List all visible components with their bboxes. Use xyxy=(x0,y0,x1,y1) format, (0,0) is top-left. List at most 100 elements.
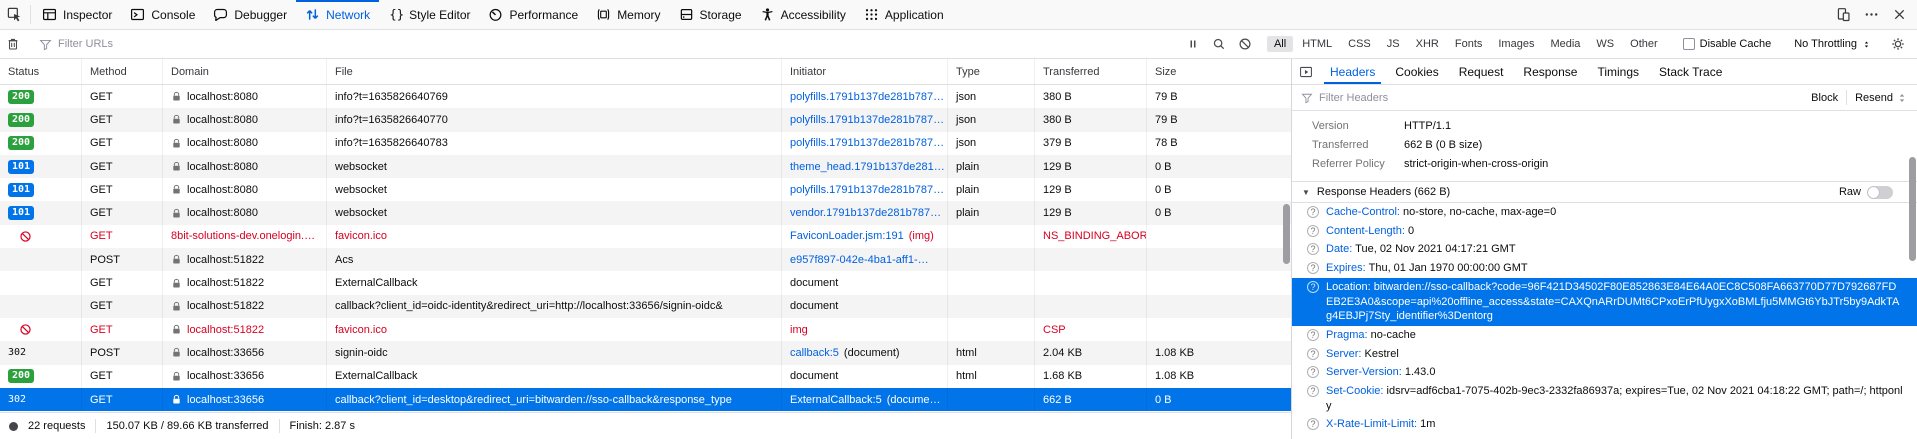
response-header-row[interactable]: ?Set-Cookie: idsrv=adf6cba1-7075-402b-9e… xyxy=(1292,382,1917,415)
details-tab-timings[interactable]: Timings xyxy=(1587,59,1649,84)
type-filter-media[interactable]: Media xyxy=(1543,36,1587,52)
column-header-initiator[interactable]: Initiator xyxy=(782,59,948,84)
meatball-menu-button[interactable] xyxy=(1857,7,1885,22)
pick-element-button[interactable] xyxy=(0,0,28,29)
details-tab-stack-trace[interactable]: Stack Trace xyxy=(1649,59,1732,84)
initiator-link[interactable]: polyfills.1791b137de281b787… xyxy=(790,137,944,149)
domain-cell: localhost:8080 xyxy=(163,132,327,155)
table-row[interactable]: 200GETlocalhost:33656ExternalCallbackdoc… xyxy=(0,365,1291,388)
response-header-row[interactable]: ?Server: Kestrel xyxy=(1292,345,1917,364)
column-header-transferred[interactable]: Transferred xyxy=(1035,59,1147,84)
column-header-type[interactable]: Type xyxy=(948,59,1035,84)
table-row[interactable]: GET8bit-solutions-dev.onelogin.…favicon.… xyxy=(0,225,1291,248)
block-requests-button[interactable] xyxy=(1232,30,1258,58)
close-devtools-button[interactable] xyxy=(1885,7,1913,22)
table-row[interactable]: 200GETlocalhost:8080info?t=1635826640770… xyxy=(0,108,1291,131)
table-row[interactable]: GETlocalhost:51822ExternalCallbackdocume… xyxy=(0,271,1291,294)
table-row[interactable]: GETlocalhost:51822callback?client_id=oid… xyxy=(0,295,1291,318)
type-filter-xhr[interactable]: XHR xyxy=(1409,36,1446,52)
type-filter-images[interactable]: Images xyxy=(1491,36,1541,52)
disable-cache-control[interactable]: Disable Cache xyxy=(1674,38,1781,50)
column-header-file[interactable]: File xyxy=(327,59,782,84)
responsive-design-button[interactable] xyxy=(1829,7,1857,22)
initiator-link[interactable]: vendor.1791b137de281b787… xyxy=(790,207,941,219)
type-filter-fonts[interactable]: Fonts xyxy=(1448,36,1490,52)
response-header-row[interactable]: ?Date: Tue, 02 Nov 2021 04:17:21 GMT xyxy=(1292,240,1917,259)
column-header-domain[interactable]: Domain xyxy=(163,59,327,84)
response-header-row[interactable]: ?Content-Length: 0 xyxy=(1292,222,1917,241)
filter-urls-input[interactable] xyxy=(58,38,1180,50)
search-button[interactable] xyxy=(1206,30,1232,58)
response-header-row[interactable]: ?Pragma: no-cache xyxy=(1292,326,1917,345)
column-header-status[interactable]: Status xyxy=(0,59,82,84)
header-help-icon[interactable]: ? xyxy=(1307,206,1319,218)
type-filter-css[interactable]: CSS xyxy=(1341,36,1378,52)
devtools-tab-accessibility[interactable]: Accessibility xyxy=(751,0,855,29)
devtools-tab-network[interactable]: Network xyxy=(296,0,379,29)
filter-headers-input[interactable] xyxy=(1319,92,1805,104)
initiator-link[interactable]: polyfills.1791b137de281b787… xyxy=(790,184,944,196)
table-row[interactable]: 200GETlocalhost:8080info?t=1635826640783… xyxy=(0,132,1291,155)
response-header-row[interactable]: ?Location: bitwarden://sso-callback?code… xyxy=(1292,278,1917,326)
initiator-link[interactable]: theme_head.1791b137de281… xyxy=(790,161,945,173)
details-tab-headers[interactable]: Headers xyxy=(1320,59,1385,84)
type-filter-other[interactable]: Other xyxy=(1623,36,1665,52)
details-scrollbar[interactable] xyxy=(1909,157,1916,261)
initiator-link[interactable]: polyfills.1791b137de281b787… xyxy=(790,114,944,126)
block-url-button[interactable]: Block xyxy=(1811,92,1838,104)
type-filter-js[interactable]: JS xyxy=(1380,36,1407,52)
table-row[interactable]: POSTlocalhost:51822Acse957f897-042e-4ba1… xyxy=(0,248,1291,271)
header-help-icon[interactable]: ? xyxy=(1307,385,1319,397)
response-header-row[interactable]: ?Expires: Thu, 01 Jan 1970 00:00:00 GMT xyxy=(1292,259,1917,278)
resend-button[interactable]: Resend xyxy=(1855,92,1908,104)
split-pane-toggle-button[interactable] xyxy=(1292,59,1320,84)
response-header-row[interactable]: ?X-Rate-Limit-Limit: 1m xyxy=(1292,415,1917,434)
devtools-tab-memory[interactable]: Memory xyxy=(587,0,669,29)
response-header-row[interactable]: ?Server-Version: 1.43.0 xyxy=(1292,363,1917,382)
devtools-tab-storage[interactable]: Storage xyxy=(670,0,751,29)
pause-log-button[interactable] xyxy=(1180,30,1206,58)
table-row[interactable]: 101GETlocalhost:8080websockettheme_head.… xyxy=(0,155,1291,178)
throttling-dropdown[interactable]: No Throttling xyxy=(1785,38,1880,50)
header-help-icon[interactable]: ? xyxy=(1307,281,1319,293)
response-headers-section-header[interactable]: ▼ Response Headers (662 B) Raw xyxy=(1292,181,1917,203)
table-scrollbar[interactable] xyxy=(1283,204,1290,264)
devtools-tab-performance[interactable]: Performance xyxy=(479,0,587,29)
devtools-tab-application[interactable]: Application xyxy=(855,0,953,29)
table-row[interactable]: 200GETlocalhost:8080info?t=1635826640769… xyxy=(0,85,1291,108)
column-header-size[interactable]: Size xyxy=(1147,59,1291,84)
header-help-icon[interactable]: ? xyxy=(1307,225,1319,237)
header-help-icon[interactable]: ? xyxy=(1307,348,1319,360)
response-header-row[interactable]: ?Cache-Control: no-store, no-cache, max-… xyxy=(1292,203,1917,222)
table-row[interactable]: 302POSTlocalhost:33656signin-oidccallbac… xyxy=(0,341,1291,364)
header-help-icon[interactable]: ? xyxy=(1307,262,1319,274)
details-tab-cookies[interactable]: Cookies xyxy=(1385,59,1448,84)
table-row[interactable]: 101GETlocalhost:8080websocketvendor.1791… xyxy=(0,201,1291,224)
initiator-link[interactable]: callback:5 xyxy=(790,347,839,359)
table-row[interactable]: GETlocalhost:51822favicon.icoimgCSP xyxy=(0,318,1291,341)
clear-requests-button[interactable] xyxy=(0,30,26,58)
type-filter-all[interactable]: All xyxy=(1267,36,1293,52)
details-tab-response[interactable]: Response xyxy=(1513,59,1587,84)
table-row[interactable]: 101GETlocalhost:8080websocketpolyfills.1… xyxy=(0,178,1291,201)
raw-toggle-switch[interactable] xyxy=(1867,186,1893,199)
initiator-link[interactable]: polyfills.1791b137de281b787… xyxy=(790,91,944,103)
network-settings-button[interactable] xyxy=(1885,30,1911,58)
header-help-icon[interactable]: ? xyxy=(1307,418,1319,430)
initiator-link[interactable]: ExternalCallback:5 xyxy=(790,394,882,406)
type-filter-ws[interactable]: WS xyxy=(1589,36,1621,52)
table-row[interactable]: 302GETlocalhost:33656callback?client_id=… xyxy=(0,388,1291,411)
devtools-tab-style-editor[interactable]: {}Style Editor xyxy=(379,0,479,29)
header-help-icon[interactable]: ? xyxy=(1307,243,1319,255)
header-help-icon[interactable]: ? xyxy=(1307,329,1319,341)
initiator-link[interactable]: e957f897-042e-4ba1-aff1-… xyxy=(790,254,929,266)
devtools-tab-inspector[interactable]: Inspector xyxy=(33,0,121,29)
column-header-method[interactable]: Method xyxy=(82,59,163,84)
disable-cache-checkbox[interactable] xyxy=(1683,38,1695,50)
devtools-tab-debugger[interactable]: Debugger xyxy=(204,0,296,29)
type-filter-html[interactable]: HTML xyxy=(1295,36,1339,52)
header-help-icon[interactable]: ? xyxy=(1307,366,1319,378)
details-tab-request[interactable]: Request xyxy=(1449,59,1514,84)
devtools-tab-console[interactable]: Console xyxy=(121,0,204,29)
initiator-link[interactable]: FaviconLoader.jsm:191 xyxy=(790,230,904,242)
